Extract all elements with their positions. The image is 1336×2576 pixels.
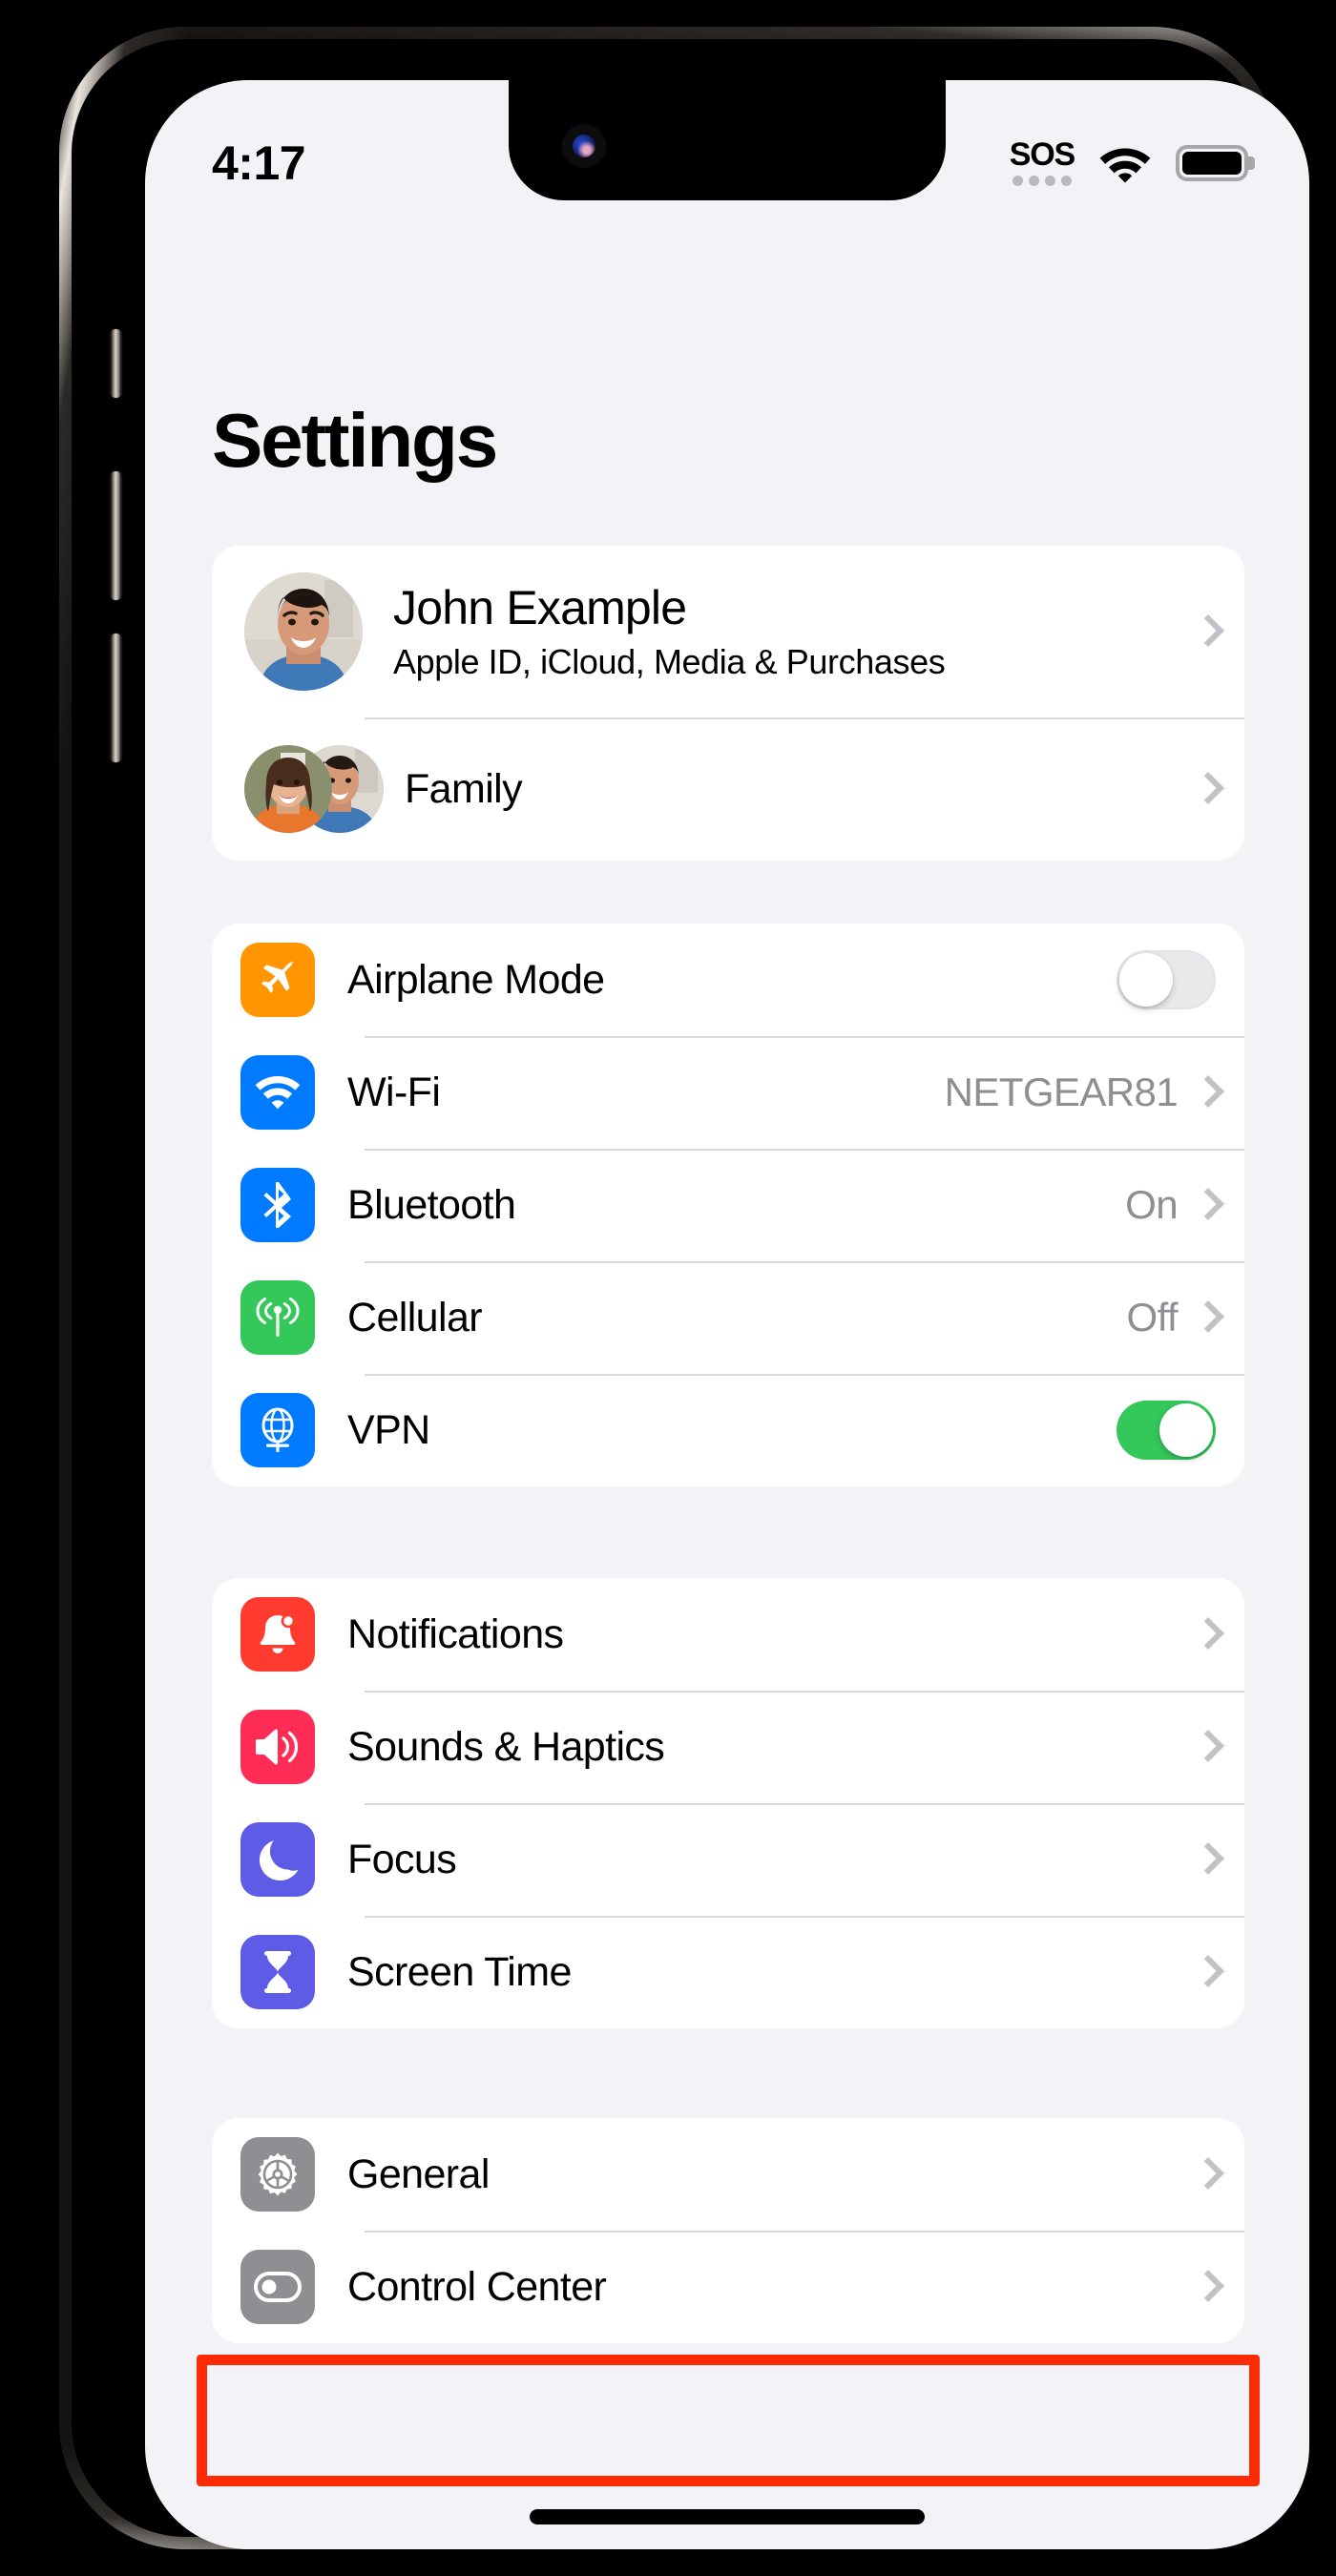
sos-label: SOS <box>1009 136 1075 173</box>
display-notch <box>509 80 946 200</box>
sounds-haptics-label: Sounds & Haptics <box>347 1723 665 1770</box>
focus-label: Focus <box>347 1836 457 1882</box>
connectivity-group: Airplane Mode Wi-Fi NETGEAR81 Bluetooth … <box>212 924 1244 1486</box>
general-row[interactable]: General <box>212 2118 1244 2231</box>
status-bar-time: 4:17 <box>212 136 306 190</box>
toggle-knob <box>1119 953 1173 1007</box>
front-camera-icon <box>562 124 606 168</box>
gear-icon <box>240 2137 315 2212</box>
apple-id-row[interactable]: John Example Apple ID, iCloud, Media & P… <box>212 546 1244 717</box>
battery-level-fill <box>1182 152 1242 175</box>
notifications-row[interactable]: Notifications <box>212 1578 1244 1691</box>
vpn-globe-icon <box>240 1393 315 1467</box>
battery-full-icon <box>1176 145 1255 181</box>
cellular-status-value: Off <box>1126 1295 1179 1340</box>
general-highlight-annotation <box>197 2355 1260 2486</box>
iphone-device-frame: 4:17 SOS Settings John Example Apple ID,… <box>59 27 1309 2549</box>
family-avatar-1 <box>244 745 332 833</box>
focus-row[interactable]: Focus <box>212 1803 1244 1916</box>
sounds-haptics-row[interactable]: Sounds & Haptics <box>212 1691 1244 1803</box>
account-name: John Example <box>393 581 687 635</box>
chevron-right-icon <box>1195 2156 1216 2192</box>
airplane-mode-label: Airplane Mode <box>347 956 605 1003</box>
airplane-mode-row[interactable]: Airplane Mode <box>212 924 1244 1036</box>
screen-time-row[interactable]: Screen Time <box>212 1916 1244 2028</box>
signal-dot <box>1012 176 1023 186</box>
moon-icon <box>240 1822 315 1897</box>
phone-screen: 4:17 SOS Settings John Example Apple ID,… <box>145 80 1309 2549</box>
status-bar-indicators: SOS <box>1010 138 1255 188</box>
wifi-row[interactable]: Wi-Fi NETGEAR81 <box>212 1036 1244 1149</box>
hourglass-icon <box>240 1935 315 2009</box>
vpn-toggle[interactable] <box>1117 1401 1216 1460</box>
chevron-right-icon <box>1195 1074 1216 1111</box>
home-indicator[interactable] <box>530 2509 925 2524</box>
account-subtitle: Apple ID, iCloud, Media & Purchases <box>393 641 946 681</box>
bluetooth-label: Bluetooth <box>347 1181 516 1228</box>
system-group: General Control Center <box>212 2118 1244 2343</box>
airplane-mode-toggle[interactable] <box>1117 950 1216 1009</box>
wifi-network-value: NETGEAR81 <box>944 1070 1179 1114</box>
avatar <box>244 572 363 691</box>
toggle-knob <box>1159 1403 1213 1457</box>
cellular-label: Cellular <box>347 1294 483 1340</box>
chevron-right-icon <box>1195 1729 1216 1765</box>
signal-dot <box>1044 176 1055 186</box>
vpn-label: VPN <box>347 1406 430 1453</box>
family-row[interactable]: Family <box>212 717 1244 861</box>
battery-cap <box>1248 156 1255 170</box>
signal-dot <box>1060 176 1072 186</box>
signal-dot <box>1028 176 1039 186</box>
chevron-right-icon <box>1195 613 1216 650</box>
volume-down-button[interactable] <box>111 634 121 762</box>
airplane-icon <box>240 943 315 1017</box>
cellular-row[interactable]: Cellular Off <box>212 1261 1244 1374</box>
wifi-label: Wi-Fi <box>347 1069 441 1115</box>
chevron-right-icon <box>1195 771 1216 807</box>
control-center-label: Control Center <box>347 2263 607 2310</box>
page-title: Settings <box>212 398 498 483</box>
chevron-right-icon <box>1195 1841 1216 1878</box>
bluetooth-icon <box>240 1168 315 1242</box>
chevron-right-icon <box>1195 1616 1216 1652</box>
alerts-group: Notifications Sounds & Haptics Focus Scr… <box>212 1578 1244 2028</box>
speaker-icon <box>240 1710 315 1784</box>
notifications-label: Notifications <box>347 1610 564 1657</box>
cellular-antenna-icon <box>240 1280 315 1355</box>
control-toggle-icon <box>240 2250 315 2324</box>
chevron-right-icon <box>1195 1299 1216 1336</box>
apple-id-text: John Example Apple ID, iCloud, Media & P… <box>393 581 1195 682</box>
general-label: General <box>347 2150 490 2197</box>
bluetooth-status-value: On <box>1125 1182 1178 1227</box>
chevron-right-icon <box>1195 1954 1216 1990</box>
wifi-icon <box>240 1055 315 1130</box>
wifi-icon <box>1099 148 1151 183</box>
vpn-row[interactable]: VPN <box>212 1374 1244 1486</box>
signal-strength-dots <box>1012 176 1072 186</box>
family-label: Family <box>405 765 523 812</box>
chevron-right-icon <box>1195 1187 1216 1223</box>
bell-icon <box>240 1597 315 1672</box>
silent-switch-button[interactable] <box>111 329 121 398</box>
family-avatars <box>244 745 384 833</box>
chevron-right-icon <box>1195 2269 1216 2305</box>
control-center-row[interactable]: Control Center <box>212 2231 1244 2343</box>
sos-indicator: SOS <box>1010 138 1075 186</box>
screen-time-label: Screen Time <box>347 1948 572 1995</box>
volume-up-button[interactable] <box>111 471 121 600</box>
account-group: John Example Apple ID, iCloud, Media & P… <box>212 546 1244 861</box>
bluetooth-row[interactable]: Bluetooth On <box>212 1149 1244 1261</box>
